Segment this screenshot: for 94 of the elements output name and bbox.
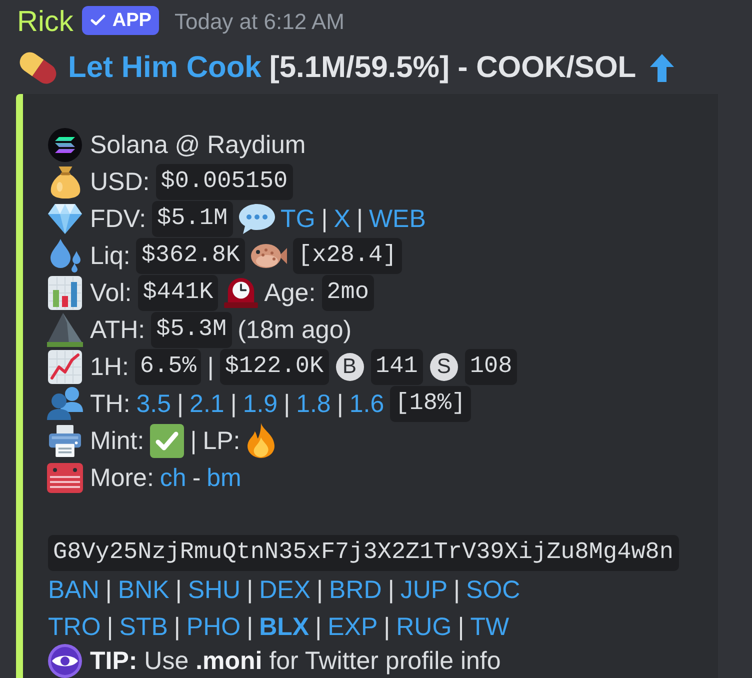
title-link[interactable]: Let Him Cook (68, 50, 262, 86)
field-label: Age: (264, 278, 316, 308)
text-link[interactable]: bm (206, 462, 242, 492)
separator: | (175, 574, 182, 604)
text-link[interactable]: ch (160, 462, 186, 492)
separator: | (246, 612, 254, 642)
stripes-logo-icon (48, 128, 82, 162)
code-value: $0.005150 (156, 164, 293, 200)
blowfish-icon (251, 244, 288, 268)
code-value: $122.0K (220, 348, 329, 384)
separator: | (105, 574, 112, 604)
toolbox-icon (47, 462, 83, 492)
text-link[interactable]: 1.8 (296, 388, 331, 418)
mountain-icon (47, 312, 83, 346)
buy-marker: B (336, 352, 364, 380)
text-link[interactable]: 1.9 (242, 388, 278, 418)
code-value: 108 (464, 348, 518, 384)
separator: | (106, 612, 114, 642)
separator: | (207, 352, 214, 382)
tip-text: TIP: Use .moni for Twitter profile info (90, 646, 501, 676)
text-link[interactable]: JUP (400, 574, 448, 604)
field-label: Mint: (90, 426, 144, 456)
code-value: 141 (370, 348, 423, 384)
field-label: FDV: (90, 204, 146, 234)
text-link[interactable]: BRD (329, 574, 382, 604)
code-value: $362.8K (136, 238, 246, 274)
text-link[interactable]: SHU (188, 574, 241, 604)
text-link[interactable]: PHO (186, 612, 241, 642)
text-link[interactable]: 3.5 (136, 388, 172, 418)
author-name[interactable]: Rick (17, 5, 74, 39)
code-value: $5.1M (152, 200, 233, 236)
text-link[interactable]: 2.1 (190, 388, 224, 418)
text-link[interactable]: DEX (259, 574, 311, 604)
text-link[interactable]: TRO (48, 612, 101, 642)
field-label: More: (90, 462, 154, 492)
clock-icon (224, 278, 258, 308)
separator: - (192, 462, 201, 492)
text-link[interactable]: 1.6 (349, 388, 384, 418)
timestamp: Today at 6:12 AM (174, 8, 344, 36)
bar-chart-icon (48, 276, 82, 310)
code-value: $441K (138, 274, 218, 310)
code-value: 2mo (322, 274, 374, 310)
text-link[interactable]: SOC (466, 574, 520, 604)
eye-icon (48, 644, 82, 678)
text-link[interactable]: RUG (396, 612, 452, 642)
separator: | (388, 574, 394, 604)
field-label: ATH: (90, 314, 146, 344)
text-link[interactable]: BNK (118, 574, 170, 604)
separator: | (458, 612, 464, 642)
title-text: [5.1M/59.5%] - COOK/SOL (269, 50, 636, 86)
separator: | (230, 388, 237, 418)
field-label: TH: (90, 388, 130, 418)
code-value: 6.5% (134, 348, 202, 384)
code-value: $5.3M (151, 312, 232, 348)
separator: | (356, 204, 363, 234)
separator: | (336, 388, 344, 418)
field-label: Liq: (90, 240, 130, 270)
app-label: APP (112, 8, 152, 32)
separator: | (454, 574, 460, 604)
sell-marker: S (430, 352, 458, 380)
separator: | (190, 426, 197, 456)
speech-bubble-icon (238, 204, 275, 234)
info-text: Solana @ Raydium (90, 130, 306, 160)
text-link[interactable]: TW (470, 612, 510, 642)
separator: | (177, 388, 184, 418)
text-link[interactable]: WEB (368, 204, 426, 234)
text-link[interactable]: X (334, 204, 350, 234)
gem-icon (48, 204, 82, 234)
text-link[interactable]: STB (119, 612, 168, 642)
text-link[interactable]: EXP (328, 612, 378, 642)
printer-icon (49, 424, 81, 456)
code-value: [x28.4] (293, 238, 402, 274)
code-value: G8Vy25NzjRmuQtnN35xF7j3X2Z1TrV39XijZu8Mg4w8n (48, 534, 679, 570)
droplets-icon (50, 238, 80, 272)
separator: | (284, 388, 290, 418)
info-text: (18m ago) (238, 314, 352, 344)
separator: | (246, 574, 254, 604)
check-icon (90, 14, 106, 26)
separator: | (321, 204, 328, 234)
text-link[interactable]: BAN (48, 574, 100, 604)
money-bag-icon (50, 164, 80, 198)
text-link[interactable]: TG (280, 204, 316, 234)
rising-chart-icon (48, 350, 82, 384)
field-label: LP: (202, 426, 240, 456)
separator: | (316, 574, 324, 604)
field-label: USD: (90, 166, 150, 196)
separator: | (174, 612, 180, 642)
separator: | (384, 612, 390, 642)
code-value: [18%] (390, 386, 471, 422)
people-icon (47, 387, 83, 420)
field-label: Vol: (90, 278, 132, 308)
separator: | (315, 612, 322, 642)
field-label: 1H: (90, 352, 129, 382)
text-link[interactable]: BLX (259, 612, 310, 642)
